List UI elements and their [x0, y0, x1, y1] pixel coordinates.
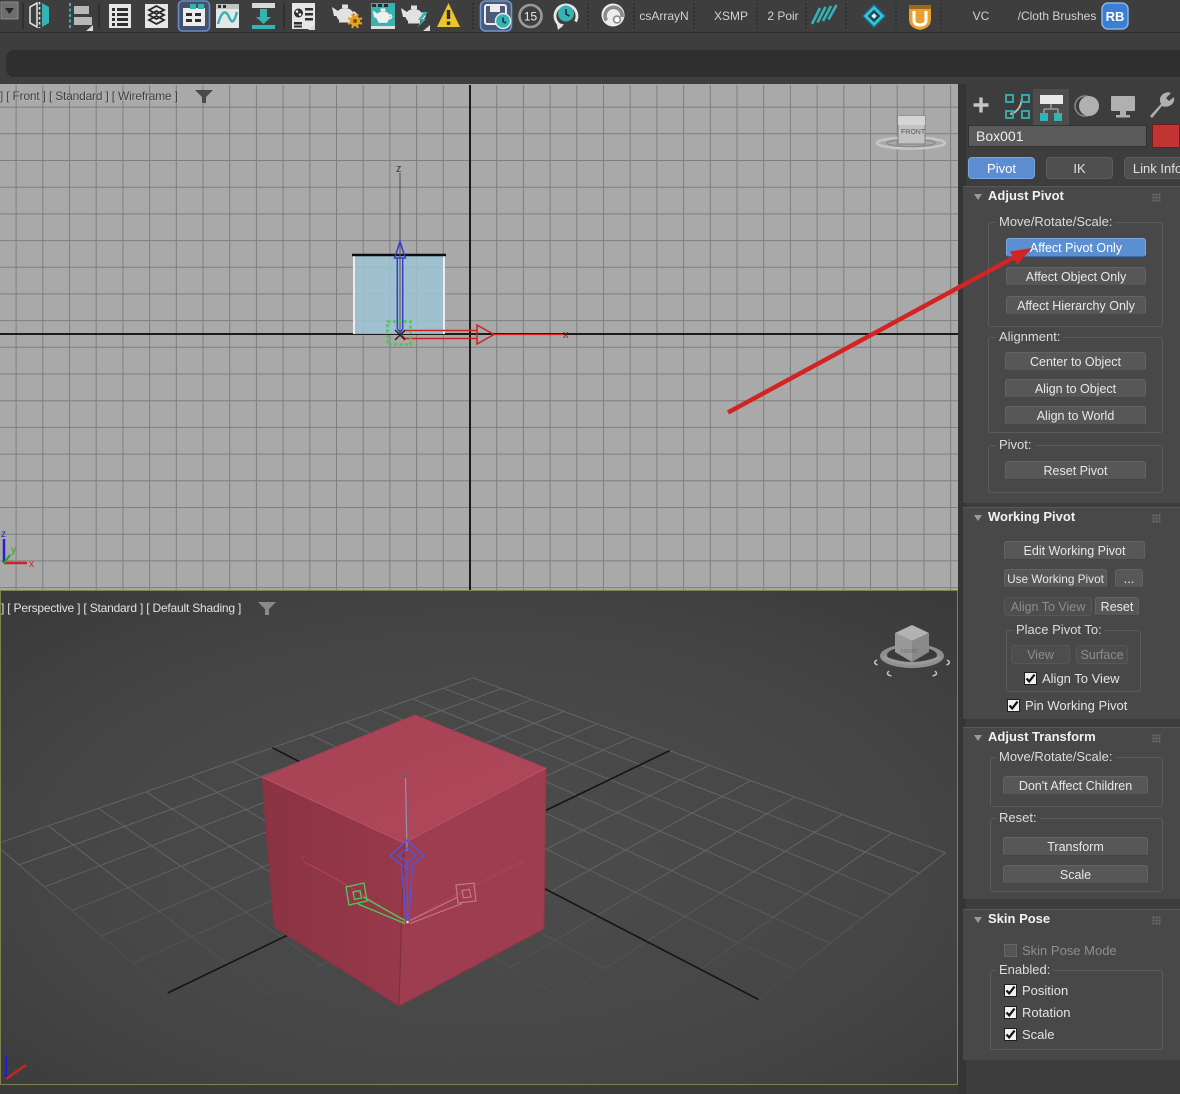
- svg-text:csArrayN: csArrayN: [639, 9, 688, 23]
- svg-text:FRONT: FRONT: [901, 649, 918, 655]
- svg-text:x: x: [29, 559, 34, 570]
- svg-text:/Cloth Brushes: /Cloth Brushes: [1018, 9, 1097, 23]
- svg-text:FRONT: FRONT: [901, 129, 926, 136]
- svg-text:y: y: [11, 545, 16, 556]
- svg-text:XSMP: XSMP: [714, 9, 748, 23]
- svg-text:z: z: [1, 529, 6, 540]
- svg-text:z: z: [396, 163, 402, 175]
- svg-text:x: x: [563, 329, 569, 341]
- svg-text:RB: RB: [1106, 9, 1125, 24]
- svg-text:z: z: [2, 1046, 7, 1057]
- svg-text:y: y: [301, 851, 306, 861]
- svg-text:z: z: [402, 769, 407, 780]
- svg-text:2 Poir: 2 Poir: [767, 9, 798, 23]
- svg-text:VC: VC: [973, 9, 990, 23]
- svg-text:15: 15: [524, 10, 538, 24]
